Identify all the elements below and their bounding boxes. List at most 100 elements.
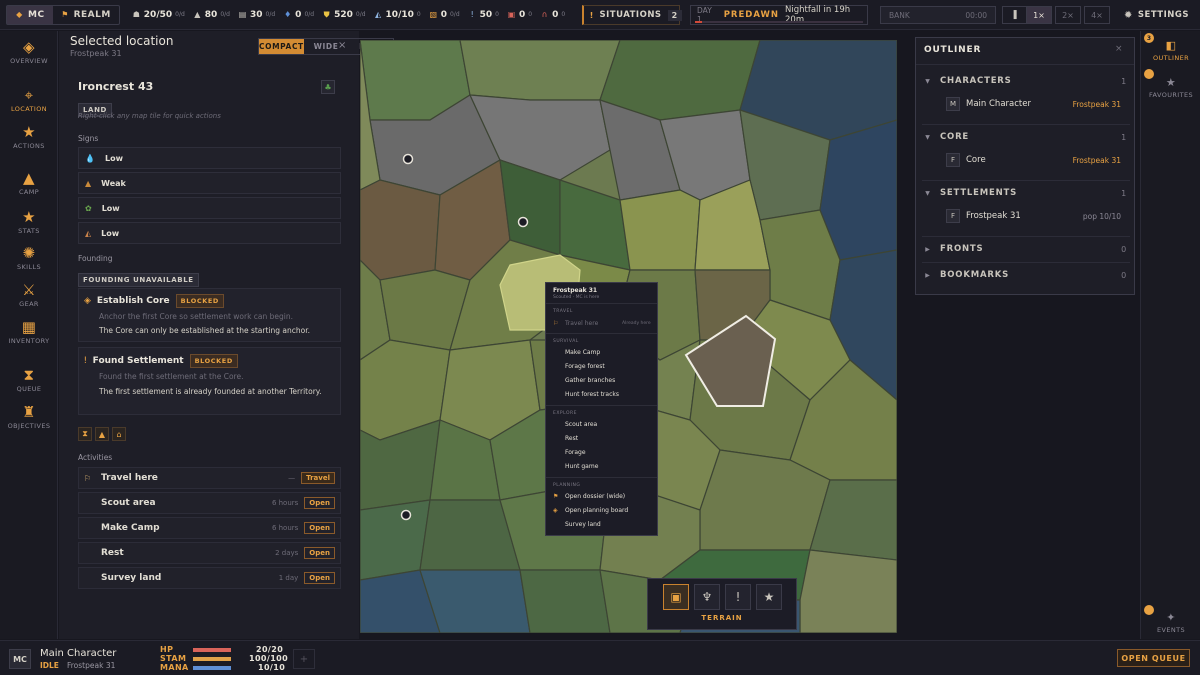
context-item[interactable]: Rest: [565, 435, 578, 442]
hourglass-icon[interactable]: ⧗: [78, 427, 92, 441]
map-tile[interactable]: [360, 179, 441, 281]
nav-objectives[interactable]: ♜ OBJECTIVES: [0, 404, 58, 430]
bottom-bar: MC Main Character IDLE Frostpeak 31 HP 2…: [0, 640, 1200, 675]
outliner-group-fronts[interactable]: ▶ FRONTS 0: [916, 239, 1136, 259]
camp-icon[interactable]: ⌂: [112, 427, 126, 441]
close-icon[interactable]: ×: [1115, 44, 1123, 54]
resource-counter[interactable]: ▲ 80 0/d: [193, 10, 230, 20]
context-item[interactable]: Survey land: [565, 521, 601, 528]
context-item[interactable]: Scout area: [565, 421, 597, 428]
activity-row[interactable]: ⚐ Travel here — Travel: [78, 467, 341, 489]
marker-icon[interactable]: [517, 216, 529, 228]
map-tile[interactable]: [799, 549, 897, 633]
nav-queue[interactable]: ⧗ QUEUE: [0, 367, 58, 393]
terrain-mode-button[interactable]: ▣: [663, 584, 689, 610]
sign-row: 💧 Low: [78, 147, 341, 169]
outliner-group-characters[interactable]: ▼ CHARACTERS 1: [916, 71, 1136, 91]
open-button[interactable]: Open: [304, 547, 335, 559]
context-item[interactable]: Hunt forest tracks: [565, 391, 619, 398]
context-item-travel[interactable]: Travel here: [565, 320, 598, 327]
context-item[interactable]: Forage forest: [565, 363, 605, 370]
map-tile[interactable]: [519, 569, 611, 633]
context-item[interactable]: Open dossier (wide): [565, 493, 625, 500]
nav-location[interactable]: ⌖ LOCATION: [0, 87, 58, 113]
nav-overview[interactable]: ◈ OVERVIEW: [0, 39, 58, 65]
travel-icon: ⚐: [84, 473, 92, 483]
travel-button[interactable]: Travel: [301, 472, 335, 484]
speed-1x-button[interactable]: 1×: [1026, 6, 1052, 24]
favourite-mode-button[interactable]: ★: [756, 584, 782, 610]
outliner-group-bookmarks[interactable]: ▶ BOOKMARKS 0: [916, 265, 1136, 285]
map-tile[interactable]: [619, 189, 701, 271]
biome-mode-button[interactable]: ♆: [694, 584, 720, 610]
activity-row[interactable]: Survey land 1 day Open: [78, 567, 341, 589]
tile-name: Ironcrest 43: [78, 80, 154, 93]
outliner-group-settlements[interactable]: ▼ SETTLEMENTS 1: [916, 183, 1136, 203]
open-button[interactable]: Open: [304, 497, 335, 509]
outliner-group-core[interactable]: ▼ CORE 1: [916, 127, 1136, 147]
context-item[interactable]: Hunt game: [565, 463, 598, 470]
outliner-title: OUTLINER: [924, 45, 982, 55]
resource-counter[interactable]: ∩ 0 0: [540, 10, 566, 20]
mode-compact[interactable]: COMPACT: [259, 39, 304, 54]
marker-icon[interactable]: [402, 153, 414, 165]
context-item[interactable]: Gather branches: [565, 377, 615, 384]
torch-icon: ǃ: [590, 10, 594, 20]
pause-button[interactable]: ❚: [1002, 6, 1028, 24]
outliner-row[interactable]: F Core Frostpeak 31: [946, 151, 1121, 169]
resource-counter[interactable]: ◭ 10/10 0: [374, 10, 421, 20]
found-settlement-card: ǃ Found Settlement BLOCKED Found the fir…: [78, 347, 341, 415]
map-tile[interactable]: [459, 40, 621, 101]
mana-bar-fill: [193, 666, 231, 670]
water-icon: ♦: [284, 10, 292, 19]
resource-counter[interactable]: ▧ 0 0/d: [429, 10, 459, 20]
tab-realm[interactable]: ⚑ REALM: [53, 6, 119, 24]
nav-inventory[interactable]: ▦ INVENTORY: [0, 319, 58, 345]
tile-hint: Right-click any map tile for quick actio…: [78, 112, 221, 120]
activity-row[interactable]: Rest 2 days Open: [78, 542, 341, 564]
resource-counter[interactable]: ☗ 20/50 0/d: [132, 10, 185, 20]
settings-button[interactable]: ✹ SETTINGS: [1124, 6, 1189, 24]
nav-outliner[interactable]: ◧ OUTLINER: [1141, 39, 1200, 62]
context-item[interactable]: Open planning board: [565, 507, 628, 514]
speed-2x-button[interactable]: 2×: [1055, 6, 1081, 24]
marker-icon[interactable]: [400, 509, 412, 521]
nav-events[interactable]: ✦ EVENTS: [1141, 611, 1200, 634]
map-tile[interactable]: [360, 499, 431, 581]
open-button[interactable]: Open: [304, 522, 335, 534]
resource-counter[interactable]: ǃ 50 0: [468, 10, 499, 20]
nav-gear[interactable]: ⚔ GEAR: [0, 282, 58, 308]
magnet-icon: ∩: [541, 10, 548, 19]
open-button[interactable]: Open: [304, 572, 335, 584]
nav-stats[interactable]: ★ STATS: [0, 209, 58, 235]
tent-icon[interactable]: ▲: [95, 427, 109, 441]
nav-favourites[interactable]: ★ FAVOURITES: [1141, 76, 1200, 99]
resource-counter[interactable]: ⛊ 520 0/d: [322, 10, 366, 20]
outliner-row[interactable]: F Frostpeak 31 pop 10/10: [946, 207, 1121, 225]
chevron-down-icon: ▼: [925, 133, 931, 141]
speed-4x-button[interactable]: 4×: [1084, 6, 1110, 24]
open-queue-button[interactable]: OPEN QUEUE: [1117, 649, 1190, 667]
add-character-button[interactable]: +: [293, 649, 315, 669]
nav-skills[interactable]: ✺ SKILLS: [0, 245, 58, 271]
activity-row[interactable]: Scout area 6 hours Open: [78, 492, 341, 514]
situations-button[interactable]: ǃ SITUATIONS 2: [582, 5, 682, 25]
flag-icon: ⚑: [61, 10, 69, 19]
close-icon[interactable]: ×: [338, 40, 346, 51]
right-nav: 3 ◧ OUTLINER ★ FAVOURITES ✦ EVENTS: [1140, 31, 1200, 639]
map-tile[interactable]: [419, 569, 531, 633]
nav-actions[interactable]: ★ ACTIONS: [0, 124, 58, 150]
resource-counter[interactable]: ♦ 0 0/d: [283, 10, 314, 20]
tree-icon[interactable]: ♣: [321, 80, 335, 94]
resource-counter[interactable]: ▣ 0 0: [507, 10, 532, 20]
bank-field[interactable]: BANK 00:00: [880, 6, 996, 24]
resource-counter[interactable]: ▤ 30 0/d: [238, 10, 275, 20]
activity-row[interactable]: Make Camp 6 hours Open: [78, 517, 341, 539]
outliner-row[interactable]: M Main Character Frostpeak 31: [946, 95, 1121, 113]
tab-mc[interactable]: ◆ MC: [7, 5, 53, 24]
avatar[interactable]: MC: [9, 649, 31, 669]
nav-camp[interactable]: ▲ CAMP: [0, 170, 58, 196]
context-item[interactable]: Make Camp: [565, 349, 600, 356]
context-item[interactable]: Forage: [565, 449, 586, 456]
resource-mode-button[interactable]: ǃ: [725, 584, 751, 610]
